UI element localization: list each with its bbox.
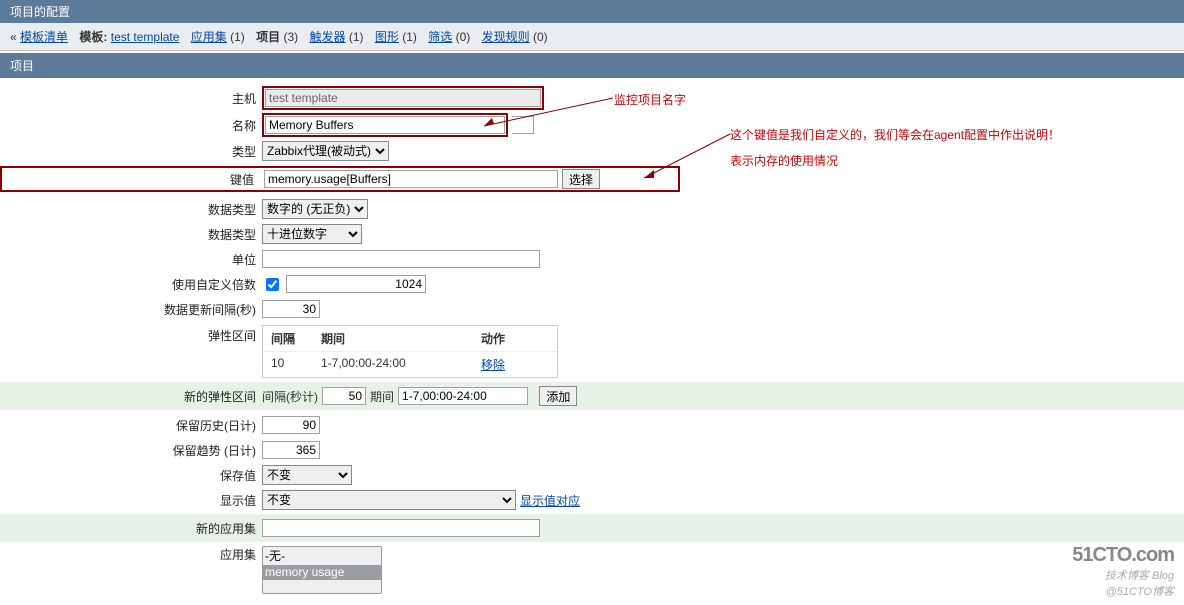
label-show-value: 显示值 (0, 492, 262, 509)
flex-row-interval: 10 (271, 356, 321, 373)
link-show-value-map[interactable]: 显示值对应 (520, 492, 580, 509)
count-discovery: (0) (533, 30, 548, 44)
count-applications: (1) (230, 30, 245, 44)
label-trends: 保留趋势 (日计) (0, 442, 262, 459)
flex-col-interval: 间隔 (271, 330, 321, 347)
label-history: 保留历史(日计) (0, 417, 262, 434)
annotation-name: 监控项目名字 (614, 91, 686, 108)
link-template-list[interactable]: 模板清单 (20, 30, 68, 44)
label-datatype: 数据类型 (0, 201, 262, 218)
section-title: 项目 (10, 59, 34, 73)
link-template-name[interactable]: test template (111, 30, 180, 44)
input-name-extra[interactable] (512, 116, 534, 134)
breadcrumb-nav: « 模板清单 模板: test template 应用集 (1) 项目 (3) … (0, 23, 1184, 51)
annotation-key-meaning: 表示内存的使用情况 (730, 152, 838, 169)
input-trends[interactable] (262, 441, 320, 459)
label-multiplier: 使用自定义倍数 (0, 276, 262, 293)
label-applications: 应用集 (0, 546, 262, 563)
count-graphs: (1) (402, 30, 417, 44)
label-unit: 单位 (0, 251, 262, 268)
label-interval: 数据更新间隔(秒) (0, 301, 262, 318)
count-triggers: (1) (349, 30, 364, 44)
annotation-key-desc: 这个键值是我们自定义的，我们等会在agent配置中作出说明！ (730, 126, 1060, 143)
select-datatype[interactable]: 数字的 (无正负) (262, 199, 368, 219)
flex-interval-table: 间隔 期间 动作 10 1-7,00:00-24:00 移除 (262, 325, 558, 378)
label-key: 键值 (0, 166, 260, 192)
label-host: 主机 (0, 90, 262, 107)
input-history[interactable] (262, 416, 320, 434)
input-key[interactable] (264, 170, 558, 188)
select-type[interactable]: Zabbix代理(被动式) (262, 141, 389, 161)
flex-row-period: 1-7,00:00-24:00 (321, 356, 481, 373)
select-show-value[interactable]: 不变 (262, 490, 516, 510)
link-applications[interactable]: 应用集 (191, 30, 227, 44)
label-new-application: 新的应用集 (0, 520, 262, 537)
count-screens: (0) (456, 30, 471, 44)
flex-col-period: 期间 (321, 330, 481, 347)
link-discovery[interactable]: 发现规则 (482, 30, 530, 44)
back-symbol: « (10, 30, 17, 44)
input-new-application[interactable] (262, 519, 540, 537)
input-multiplier[interactable] (286, 275, 426, 293)
checkbox-multiplier[interactable] (266, 278, 279, 291)
label-dataformat: 数据类型 (0, 226, 262, 243)
button-add-flex[interactable]: 添加 (539, 386, 577, 406)
input-host (265, 89, 541, 107)
item-form: 监控项目名字 这个键值是我们自定义的，我们等会在agent配置中作出说明！ 表示… (0, 78, 1184, 605)
button-select-key[interactable]: 选择 (562, 169, 600, 189)
input-unit[interactable] (262, 250, 540, 268)
app-option-memory[interactable]: memory usage (263, 565, 381, 580)
link-remove-flex[interactable]: 移除 (481, 358, 505, 372)
count-items: (3) (284, 30, 299, 44)
app-option-none[interactable]: -无- (263, 547, 381, 565)
flex-col-action: 动作 (481, 330, 549, 347)
page-title: 项目的配置 (10, 5, 70, 19)
link-items: 项目 (256, 30, 280, 44)
link-triggers[interactable]: 触发器 (310, 30, 346, 44)
label-type: 类型 (0, 143, 262, 160)
select-applications[interactable]: -无- memory usage (262, 546, 382, 594)
link-screens[interactable]: 筛选 (428, 30, 452, 44)
link-graphs[interactable]: 图形 (375, 30, 399, 44)
input-new-flex-period[interactable] (398, 387, 528, 405)
select-dataformat[interactable]: 十进位数字 (262, 224, 362, 244)
label-store-value: 保存值 (0, 467, 262, 484)
input-new-flex-interval[interactable] (322, 387, 366, 405)
page-header: 项目的配置 (0, 0, 1184, 23)
input-name[interactable] (265, 116, 505, 134)
input-interval[interactable] (262, 300, 320, 318)
label-flex-intervals: 弹性区间 (0, 323, 262, 344)
template-label: 模板: (79, 30, 107, 44)
label-new-flex-period: 期间 (370, 388, 394, 405)
label-new-flex: 新的弹性区间 (0, 388, 262, 405)
select-store-value[interactable]: 不变 (262, 465, 352, 485)
table-row: 10 1-7,00:00-24:00 移除 (263, 352, 557, 377)
label-new-flex-interval: 间隔(秒计) (262, 388, 318, 405)
section-header: 项目 (0, 53, 1184, 78)
label-name: 名称 (0, 117, 262, 134)
